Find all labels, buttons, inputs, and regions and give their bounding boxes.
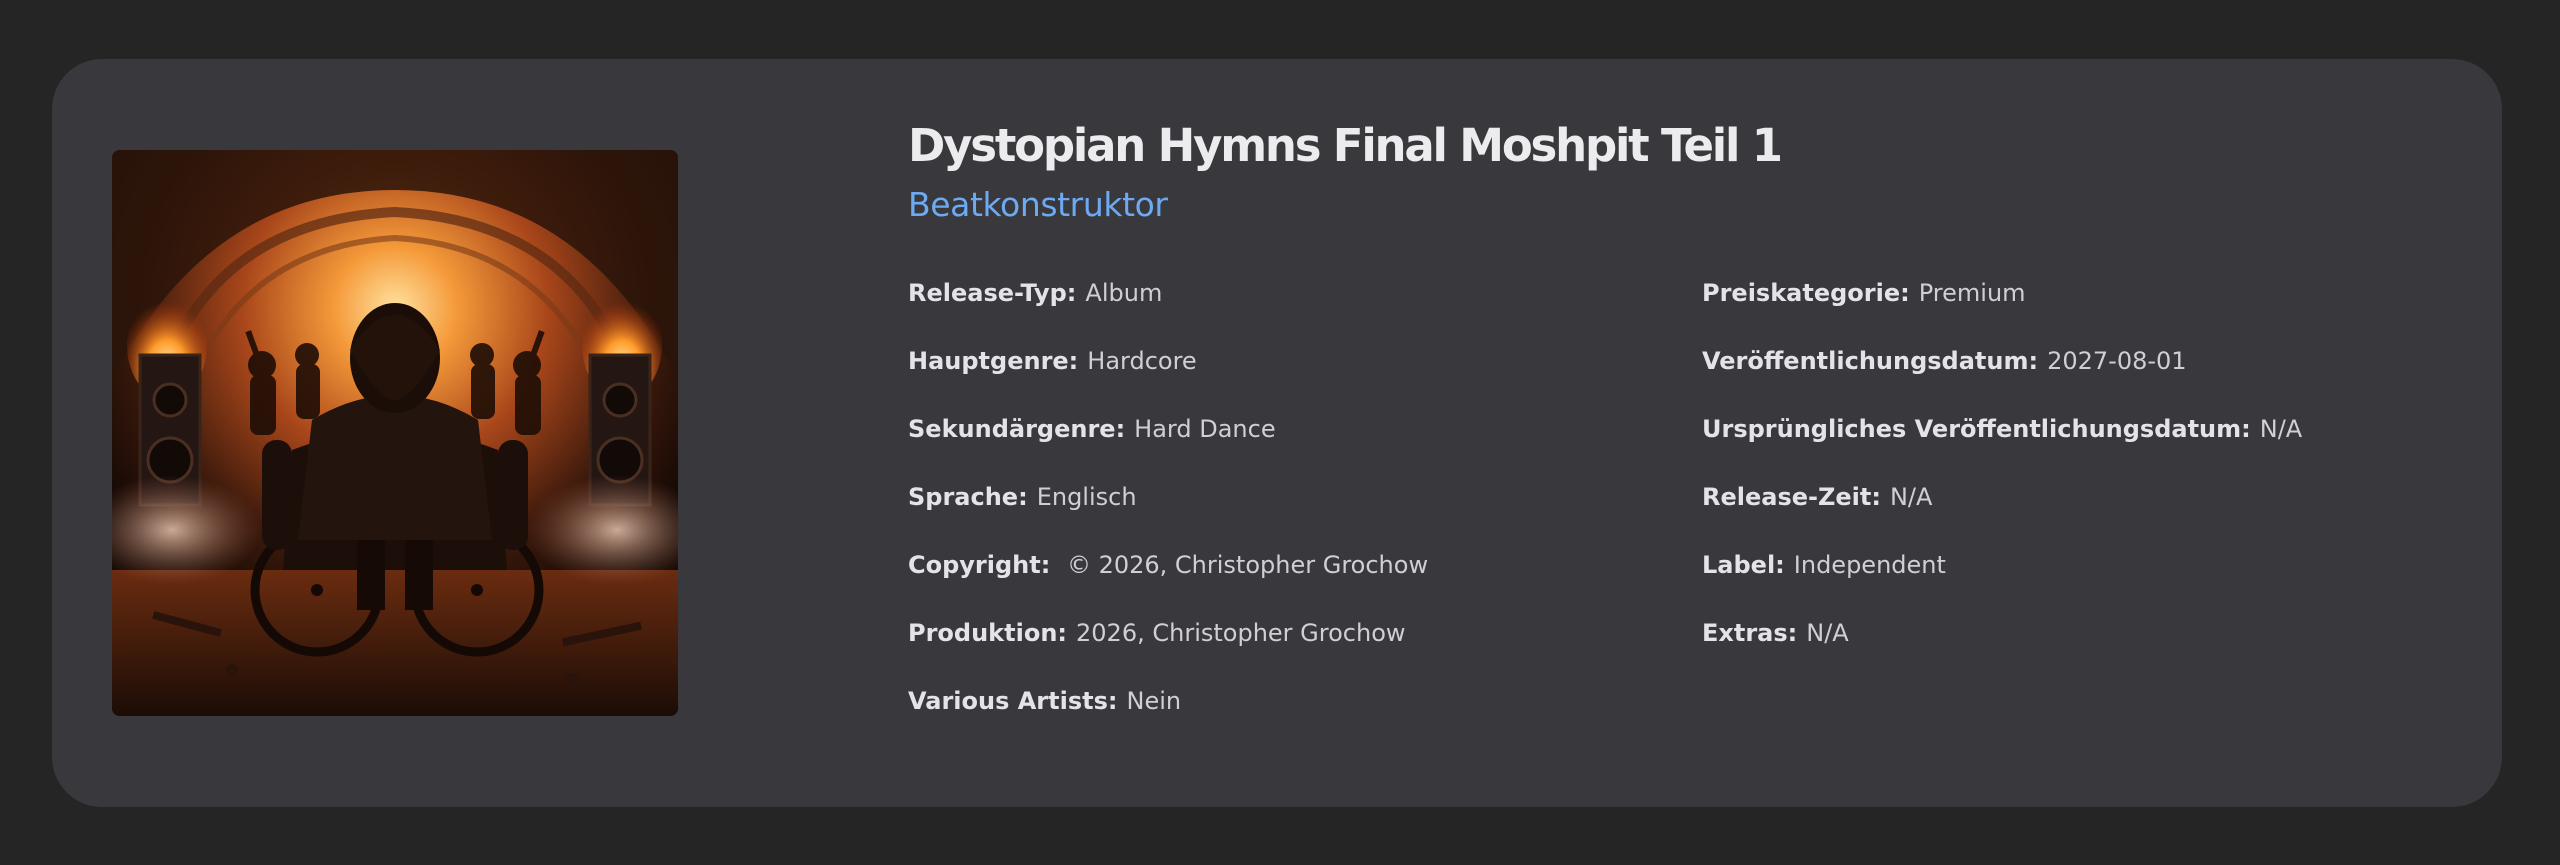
detail-label: Extras: [1702, 619, 1798, 647]
detail-label: Sekundärgenre: [908, 415, 1126, 443]
detail-label: Label: [1702, 551, 1785, 579]
detail-various-artists: Various Artists: Nein [908, 685, 1428, 753]
details-column-right: Preiskategorie: Premium Veröffentlichungs… [1702, 277, 2302, 685]
details-column-left: Release-Typ: Album Hauptgenre: Hardcore Se… [908, 277, 1428, 753]
detail-label: Ursprüngliches Veröffentlichungsdatum: [1702, 415, 2251, 443]
release-details-card: Dystopian Hymns Final Moshpit Teil 1 Bea… [52, 59, 2502, 807]
detail-label: Release-Typ: [908, 279, 1077, 307]
detail-label: Various Artists: [908, 687, 1118, 715]
detail-value: 2027-08-01 [2047, 347, 2187, 375]
detail-copyright: Copyright: © 2026, Christopher Grochow [908, 549, 1428, 617]
detail-price-category: Preiskategorie: Premium [1702, 277, 2302, 345]
release-title: Dystopian Hymns Final Moshpit Teil 1 [908, 119, 1783, 172]
artist-name[interactable]: Beatkonstruktor [908, 185, 1168, 224]
detail-value: © 2026, Christopher Grochow [1059, 551, 1429, 579]
detail-release-date: Veröffentlichungsdatum: 2027-08-01 [1702, 345, 2302, 413]
detail-label-name: Label: Independent [1702, 549, 2302, 617]
detail-label: Preiskategorie: [1702, 279, 1910, 307]
detail-release-type: Release-Typ: Album [908, 277, 1428, 345]
detail-production: Produktion: 2026, Christopher Grochow [908, 617, 1428, 685]
detail-extras: Extras: N/A [1702, 617, 2302, 685]
detail-release-time: Release-Zeit: N/A [1702, 481, 2302, 549]
album-cover-illustration [112, 150, 678, 716]
detail-value: Hardcore [1087, 347, 1197, 375]
detail-value: Nein [1126, 687, 1182, 715]
detail-value: N/A [1889, 483, 1933, 511]
detail-secondary-genre: Sekundärgenre: Hard Dance [908, 413, 1428, 481]
detail-value: N/A [2259, 415, 2303, 443]
detail-value: Premium [1918, 279, 2026, 307]
detail-label: Hauptgenre: [908, 347, 1079, 375]
detail-label: Copyright: [908, 551, 1051, 579]
detail-original-release-date: Ursprüngliches Veröffentlichungsdatum: N/… [1702, 413, 2302, 481]
detail-value: N/A [1806, 619, 1849, 647]
detail-label: Produktion: [908, 619, 1068, 647]
detail-value: Hard Dance [1134, 415, 1276, 443]
detail-value: Album [1085, 279, 1163, 307]
detail-value: Independent [1793, 551, 1946, 579]
detail-value: 2026, Christopher Grochow [1076, 619, 1406, 647]
detail-language: Sprache: Englisch [908, 481, 1428, 549]
detail-label: Veröffentlichungsdatum: [1702, 347, 2039, 375]
album-cover-image [112, 150, 678, 716]
detail-label: Sprache: [908, 483, 1028, 511]
detail-label: Release-Zeit: [1702, 483, 1881, 511]
detail-value: Englisch [1036, 483, 1137, 511]
detail-main-genre: Hauptgenre: Hardcore [908, 345, 1428, 413]
